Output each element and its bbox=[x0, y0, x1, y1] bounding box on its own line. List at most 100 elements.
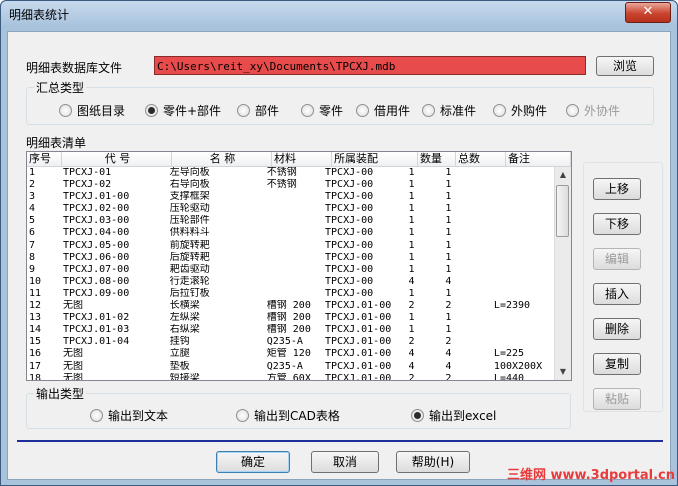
summary-radio-0[interactable]: 图纸目录 bbox=[59, 103, 125, 119]
ok-button[interactable]: 确定 bbox=[216, 451, 290, 473]
title-bar[interactable]: 明细表统计 ✕ bbox=[1, 1, 677, 27]
column-header[interactable]: 名 称 bbox=[172, 152, 272, 166]
column-header[interactable]: 所属装配 bbox=[332, 152, 418, 166]
table-cell: 压轮部件 bbox=[169, 215, 210, 227]
table-cell: 6 bbox=[29, 227, 36, 239]
table-row[interactable]: 15 TPCXJ.01-04 挂钩 Q235-A TPCXJ.01-00 2 2 bbox=[27, 336, 555, 348]
table-row[interactable]: 6 TPCXJ.04-00 供料料斗 TPCXJ-00 1 1 bbox=[27, 227, 555, 239]
scroll-thumb[interactable] bbox=[556, 185, 569, 237]
table-cell: 2 bbox=[408, 372, 415, 381]
table-row[interactable]: 16 无图 立腿 矩管 120 TPCXJ.01-00 4 4 L=225 bbox=[27, 348, 555, 360]
table-cell: TPCXJ.01-02 bbox=[63, 312, 130, 324]
cancel-button[interactable]: 取消 bbox=[311, 451, 379, 473]
table-cell bbox=[265, 288, 323, 300]
detail-list[interactable]: 序号代 号名 称材料 所属装配 数量 总数 备注 1 TPCXJ-01 左导向板 不锈钢 TPC… bbox=[26, 151, 572, 381]
column-header[interactable]: 备注 bbox=[506, 152, 571, 166]
column-header[interactable]: 数量 bbox=[418, 152, 456, 166]
scroll-down-icon[interactable]: ▼ bbox=[555, 364, 571, 380]
close-button[interactable]: ✕ bbox=[625, 2, 671, 23]
table-row[interactable]: 2 TPCXJ-02 右导向板 不锈钢 TPCXJ-00 1 1 bbox=[27, 179, 555, 191]
table-cell: 1 bbox=[445, 191, 452, 203]
table-cell: 10 bbox=[29, 275, 42, 287]
column-header[interactable]: 代 号 bbox=[62, 152, 172, 166]
table-row[interactable]: 14 TPCXJ.01-03 右纵梁 槽钢 200 TPCXJ.01-00 1 1 bbox=[27, 324, 555, 336]
table-cell: 供料料斗 bbox=[169, 227, 210, 239]
table-cell: TPCXJ.01-03 bbox=[63, 324, 130, 336]
copy-button[interactable]: 复制 bbox=[593, 353, 641, 375]
table-cell: 不锈钢 bbox=[266, 167, 297, 178]
table-cell: 2 bbox=[408, 300, 415, 312]
table-cell: 后旋转耙 bbox=[169, 251, 210, 263]
summary-radio-3[interactable]: 零件 bbox=[301, 103, 343, 119]
table-cell bbox=[492, 288, 555, 300]
table-cell: TPCXJ.01-00 bbox=[325, 336, 392, 348]
table-cell: Q235-A bbox=[266, 336, 303, 348]
insert-button[interactable]: 插入 bbox=[593, 283, 641, 305]
help-button[interactable]: 帮助(H) bbox=[396, 451, 470, 473]
summary-radio-4[interactable]: 借用件 bbox=[356, 103, 410, 119]
table-cell: 4 bbox=[408, 348, 415, 360]
table-cell bbox=[492, 276, 555, 288]
delete-button[interactable]: 删除 bbox=[593, 318, 641, 340]
table-cell: TPCXJ.08-00 bbox=[63, 275, 130, 287]
column-header[interactable]: 序号 bbox=[27, 152, 62, 166]
table-row[interactable]: 4 TPCXJ.02-00 压轮驱动 TPCXJ-00 1 1 bbox=[27, 203, 555, 215]
column-header[interactable]: 材料 bbox=[272, 152, 332, 166]
table-cell: TPCXJ-00 bbox=[325, 251, 374, 263]
table-cell: TPCXJ.01-00 bbox=[325, 372, 392, 381]
table-row[interactable]: 10 TPCXJ.08-00 行走滚轮 TPCXJ-00 4 4 bbox=[27, 276, 555, 288]
table-cell: 长横梁 bbox=[169, 300, 200, 312]
table-row[interactable]: 11 TPCXJ.09-00 后拉钉板 TPCXJ-00 1 1 bbox=[27, 288, 555, 300]
radio-circle-icon bbox=[301, 104, 314, 117]
table-cell bbox=[265, 252, 323, 264]
output-radio-label: 输出到excel bbox=[429, 409, 497, 423]
summary-radio-1[interactable]: 零件+部件 bbox=[145, 103, 221, 119]
table-cell: 12 bbox=[29, 300, 42, 312]
table-cell: L=2390 bbox=[493, 300, 531, 312]
table-cell bbox=[265, 276, 323, 288]
vertical-scrollbar[interactable]: ▲ ▼ bbox=[554, 167, 571, 380]
table-cell: 1 bbox=[445, 179, 452, 191]
move-up-button[interactable]: 上移 bbox=[593, 178, 641, 200]
table-cell: 1 bbox=[29, 167, 36, 178]
table-cell: 1 bbox=[445, 287, 452, 299]
table-cell: TPCXJ.01-00 bbox=[325, 360, 392, 372]
summary-radio-2[interactable]: 部件 bbox=[237, 103, 279, 119]
table-cell: 9 bbox=[29, 263, 36, 275]
summary-radio-label: 借用件 bbox=[374, 104, 411, 118]
table-cell: 8 bbox=[29, 251, 36, 263]
radio-circle-icon bbox=[237, 104, 250, 117]
table-cell: 无图 bbox=[63, 372, 83, 381]
summary-radio-5[interactable]: 标准件 bbox=[422, 103, 476, 119]
output-type-title: 输出类型 bbox=[34, 385, 87, 402]
table-cell: TPCXJ-00 bbox=[325, 215, 374, 227]
table-cell: 槽钢 200 bbox=[266, 312, 311, 324]
table-cell: 无图 bbox=[63, 348, 83, 360]
move-down-button[interactable]: 下移 bbox=[593, 213, 641, 235]
db-path-field[interactable]: C:\Users\reit_xy\Documents\TPCXJ.mdb bbox=[154, 56, 586, 75]
output-radio-2[interactable]: 输出到excel bbox=[411, 408, 496, 424]
table-cell: 矩管 120 bbox=[266, 348, 311, 360]
table-row[interactable]: 13 TPCXJ.01-02 左纵梁 槽钢 200 TPCXJ.01-00 1 1 bbox=[27, 312, 555, 324]
scroll-up-icon[interactable]: ▲ bbox=[555, 167, 571, 183]
table-row[interactable]: 8 TPCXJ.06-00 后旋转耙 TPCXJ-00 1 1 bbox=[27, 252, 555, 264]
table-row[interactable]: 18 无图 短接梁 方管 60X TPCXJ.01-00 2 2 L=440 bbox=[27, 372, 555, 381]
table-cell: TPCXJ-00 bbox=[325, 191, 374, 203]
table-cell: TPCXJ.01-00 bbox=[325, 324, 392, 336]
table-cell: 2 bbox=[408, 336, 415, 348]
table-row[interactable]: 5 TPCXJ.03-00 压轮部件 TPCXJ-00 1 1 bbox=[27, 215, 555, 227]
table-row[interactable]: 12 无图 长横梁 槽钢 200 TPCXJ.01-00 2 2 L=2390 bbox=[27, 300, 555, 312]
browse-button[interactable]: 浏览 bbox=[596, 56, 654, 76]
table-row[interactable]: 9 TPCXJ.07-00 耙齿驱动 TPCXJ-00 1 1 bbox=[27, 264, 555, 276]
summary-radio-6[interactable]: 外购件 bbox=[493, 103, 547, 119]
output-radio-1[interactable]: 输出到CAD表格 bbox=[236, 408, 340, 424]
output-radio-0[interactable]: 输出到文本 bbox=[90, 408, 168, 424]
table-row[interactable]: 17 无图 垫板 Q235-A TPCXJ.01-00 4 4 100X200X bbox=[27, 361, 555, 373]
table-row[interactable]: 1 TPCXJ-01 左导向板 不锈钢 TPCXJ-00 1 1 bbox=[27, 167, 555, 179]
table-cell: 4 bbox=[408, 275, 415, 287]
summary-radio-label: 外协件 bbox=[584, 104, 621, 118]
table-row[interactable]: 3 TPCXJ.01-00 支撑框架 TPCXJ-00 1 1 bbox=[27, 191, 555, 203]
table-cell: 1 bbox=[408, 287, 415, 299]
column-header[interactable]: 总数 bbox=[456, 152, 506, 166]
table-row[interactable]: 7 TPCXJ.05-00 前旋转耙 TPCXJ-00 1 1 bbox=[27, 240, 555, 252]
